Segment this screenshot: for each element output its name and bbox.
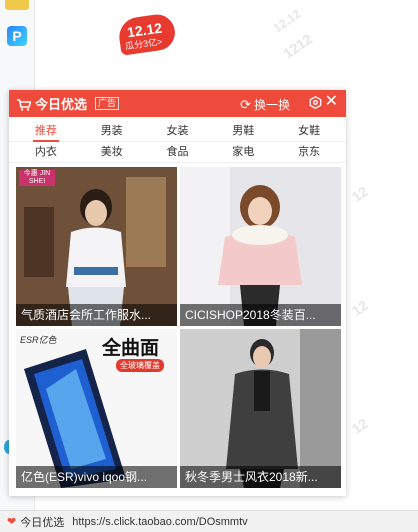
tab-womenswear[interactable]: 女装 (145, 121, 211, 141)
watermark-text: 12 (348, 414, 371, 438)
tab-food[interactable]: 食品 (145, 142, 211, 162)
product-caption: 秋冬季男士风衣2018新... (180, 466, 341, 488)
tab-appliances[interactable]: 家电 (210, 142, 276, 162)
product-grid: 今惠 JIN SHEI 气质酒店会所工作服水... CICISHOP2018冬装… (16, 167, 346, 488)
status-bar: ❤ 今日优选 https://s.click.taobao.com/DOsmmt… (0, 510, 418, 532)
tab-beauty[interactable]: 美妆 (79, 142, 145, 162)
ad-subline: 全玻璃覆盖 (116, 359, 164, 372)
tab-mens-shoes[interactable]: 男鞋 (210, 121, 276, 141)
status-url: https://s.click.taobao.com/DOsmmtv (72, 515, 248, 528)
tab-womens-shoes[interactable]: 女鞋 (276, 121, 342, 141)
product-image (16, 167, 177, 326)
app-icon-top[interactable] (5, 0, 29, 10)
product-image (180, 167, 341, 326)
tab-menswear[interactable]: 男装 (79, 121, 145, 141)
tab-jd[interactable]: 京东 (276, 142, 342, 162)
status-label[interactable]: 今日优选 (20, 514, 64, 530)
heart-icon: ❤ (7, 516, 17, 528)
settings-icon[interactable] (309, 96, 322, 109)
daily-picks-popup: 今日优选 广告 ⟳ 换一换 ✕ 推荐 男装 女装 男鞋 女鞋 内衣 美妆 食品 … (9, 90, 346, 496)
refresh-button[interactable]: ⟳ 换一换 (240, 96, 290, 113)
watermark-text: 12.12 (270, 6, 304, 36)
brand-logo: 今惠 JIN SHEI (19, 170, 55, 186)
ad-headline: 全曲面 (102, 338, 160, 359)
watermark-text: 12 (348, 296, 371, 320)
cart-icon (17, 98, 32, 111)
product-card[interactable]: ESR亿色 全曲面 全玻璃覆盖 亿色(ESR)vivo iqoo钢... (16, 329, 177, 488)
tab-recommend[interactable]: 推荐 (13, 121, 79, 142)
product-image (180, 329, 341, 488)
product-card[interactable]: CICISHOP2018冬装百... (180, 167, 341, 326)
refresh-icon: ⟳ (240, 96, 251, 112)
category-tabs-row2: 内衣 美妆 食品 家电 京东 (9, 142, 346, 163)
product-card[interactable]: 今惠 JIN SHEI 气质酒店会所工作服水... (16, 167, 177, 326)
promo-badge[interactable]: 12.12 瓜分3亿> (115, 12, 178, 58)
brand-logo: ESR亿色 (20, 335, 57, 345)
product-card[interactable]: 秋冬季男士风衣2018新... (180, 329, 341, 488)
ad-badge: 广告 (95, 97, 120, 110)
app-p-icon[interactable]: P (7, 26, 27, 46)
close-icon[interactable]: ✕ (325, 94, 338, 110)
watermark-text: 12 (348, 182, 371, 206)
product-caption: 气质酒店会所工作服水... (16, 304, 177, 326)
product-caption: CICISHOP2018冬装百... (180, 304, 341, 326)
popup-header: 今日优选 广告 ⟳ 换一换 ✕ (9, 90, 346, 117)
watermark-text: 1212 (280, 30, 315, 62)
product-caption: 亿色(ESR)vivo iqoo钢... (16, 466, 177, 488)
category-tabs-row1: 推荐 男装 女装 男鞋 女鞋 (9, 121, 346, 142)
popup-title: 今日优选 (35, 97, 88, 112)
tab-underwear[interactable]: 内衣 (13, 142, 79, 162)
refresh-label: 换一换 (253, 98, 290, 112)
